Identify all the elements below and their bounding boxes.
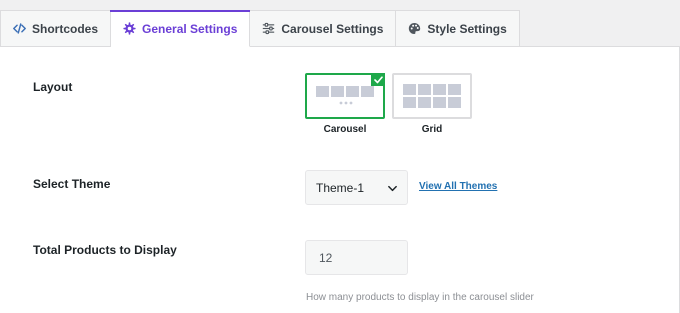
tab-label: General Settings: [142, 21, 238, 36]
preview-cell: [316, 86, 329, 97]
layout-label: Layout: [33, 80, 73, 94]
preview-cell: [331, 86, 344, 97]
carousel-cells: [316, 86, 374, 97]
tab-label: Carousel Settings: [281, 21, 384, 36]
theme-select[interactable]: Theme-1: [305, 170, 408, 205]
code-icon: [13, 22, 26, 35]
grid-cells: [403, 84, 461, 108]
tab-label: Shortcodes: [32, 21, 99, 36]
layout-option-grid[interactable]: Grid: [392, 73, 472, 135]
layout-option-caption: Carousel: [323, 124, 367, 135]
view-all-themes-link[interactable]: View All Themes: [419, 181, 497, 192]
preview-cell: [448, 97, 461, 108]
carousel-preview: [305, 73, 385, 119]
tab-style-settings[interactable]: Style Settings: [396, 10, 520, 47]
palette-icon: [408, 22, 421, 35]
general-settings-panel: Layout Carousel Grid Select Theme Theme-…: [0, 46, 680, 313]
tab-shortcodes[interactable]: Shortcodes: [0, 10, 112, 47]
pagination-dots-icon: [339, 101, 353, 105]
preview-cell: [403, 97, 416, 108]
preview-cell: [448, 84, 461, 95]
preview-cell: [361, 86, 374, 97]
settings-tabs: Shortcodes General Settings Carousel Set…: [0, 10, 520, 47]
preview-cell: [433, 84, 446, 95]
tab-carousel-settings[interactable]: Carousel Settings: [250, 10, 397, 47]
chevron-down-icon: [388, 185, 397, 192]
total-products-label: Total Products to Display: [33, 243, 177, 257]
preview-cell: [418, 84, 431, 95]
total-products-help: How many products to display in the caro…: [306, 292, 534, 303]
preview-cell: [346, 86, 359, 97]
preview-cell: [403, 84, 416, 95]
theme-select-value: Theme-1: [316, 180, 365, 195]
layout-option-caption: Grid: [421, 124, 443, 135]
selected-check-icon: [371, 73, 385, 86]
preview-cell: [433, 97, 446, 108]
gear-icon: [123, 22, 136, 35]
preview-cell: [418, 97, 431, 108]
total-products-input[interactable]: [305, 240, 408, 275]
select-theme-label: Select Theme: [33, 177, 111, 191]
layout-option-carousel[interactable]: Carousel: [305, 73, 385, 135]
tab-general-settings[interactable]: General Settings: [110, 10, 251, 47]
tab-label: Style Settings: [427, 21, 507, 36]
grid-preview: [392, 73, 472, 119]
sliders-icon: [262, 22, 275, 35]
